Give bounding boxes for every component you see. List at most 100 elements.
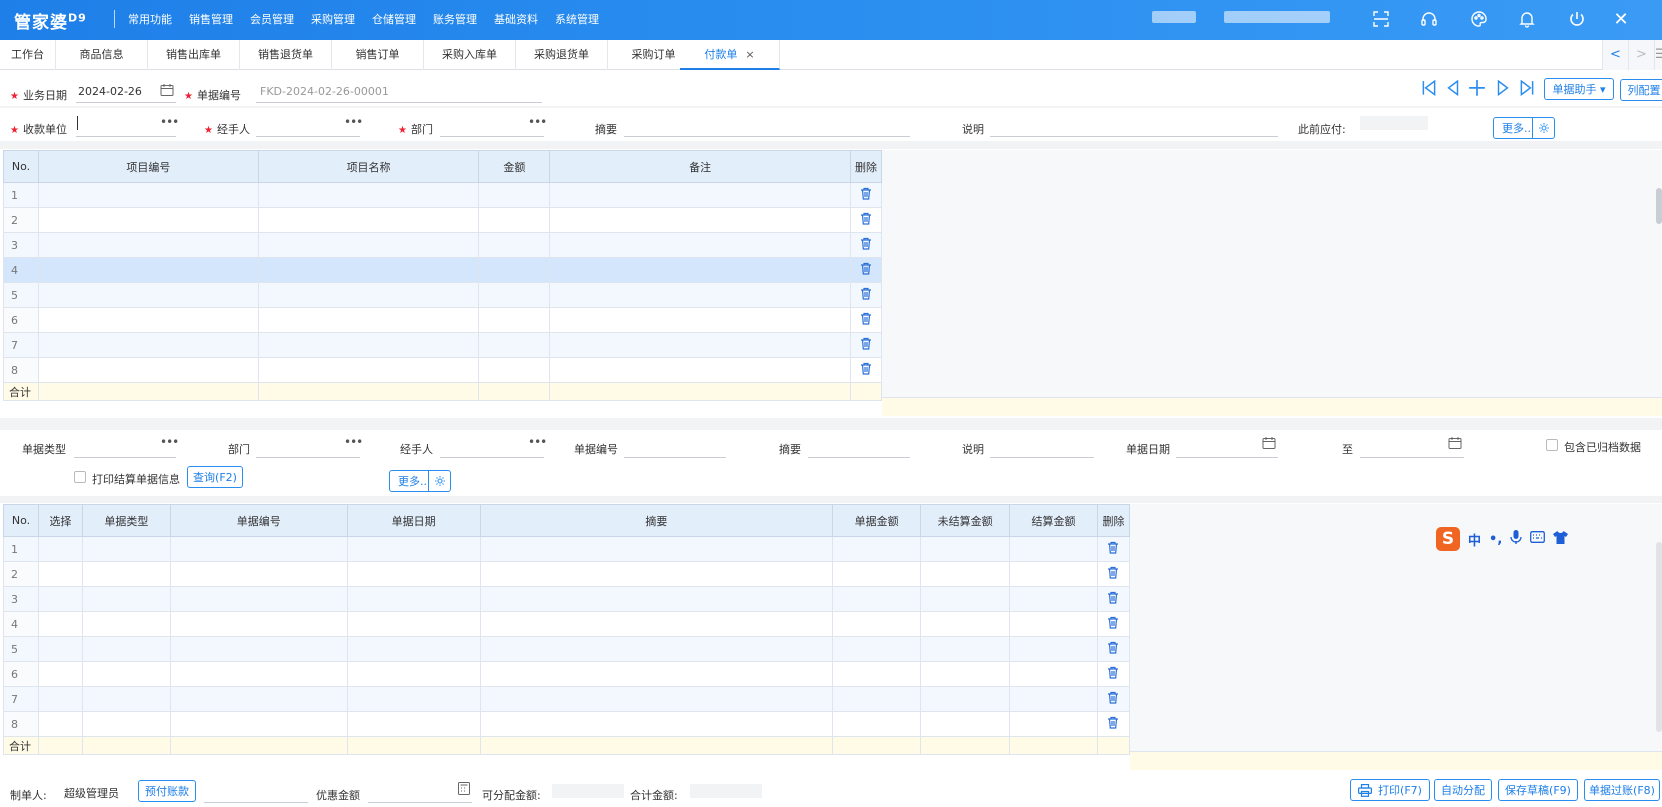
post-bill-button[interactable]: 单据过账(F8) — [1584, 779, 1660, 801]
table-row[interactable]: 8 — [3, 711, 1131, 737]
table-row-selected[interactable]: 4 — [3, 257, 883, 283]
trash-icon[interactable] — [1096, 661, 1131, 687]
menu-accounts[interactable]: 账务管理 — [433, 11, 477, 27]
include-archived-checkbox[interactable] — [1546, 439, 1558, 451]
save-draft-button[interactable]: 保存草稿(F9) — [1498, 779, 1578, 801]
payee-picker-icon[interactable]: ••• — [160, 115, 179, 129]
col-unsettled-amount[interactable]: 未结算金额 — [920, 504, 1011, 537]
table-row[interactable]: 3 — [3, 232, 883, 258]
trash-icon[interactable] — [1096, 711, 1131, 737]
query-button[interactable]: 查询(F2) — [187, 466, 243, 488]
table-row[interactable]: 7 — [3, 686, 1131, 712]
col-bill-no[interactable]: 单据编号 — [169, 504, 348, 537]
col-bill-amount[interactable]: 单据金额 — [832, 504, 922, 537]
print-settle-checkbox[interactable] — [74, 471, 86, 483]
billno-value[interactable]: FKD-2024-02-26-00001 — [260, 85, 389, 98]
headset-icon[interactable] — [1418, 8, 1440, 30]
filter-billno-field[interactable] — [624, 457, 726, 458]
tab-products[interactable]: 商品信息 — [56, 40, 148, 70]
filter-handler-field[interactable] — [440, 457, 544, 458]
tab-purchase-return[interactable]: 采购退货单 — [516, 40, 608, 70]
table-row[interactable]: 4 — [3, 611, 1131, 637]
trash-icon[interactable] — [1096, 536, 1131, 562]
bill-type-field[interactable] — [74, 457, 176, 458]
menu-warehouse[interactable]: 仓储管理 — [372, 11, 416, 27]
palette-icon[interactable] — [1468, 8, 1490, 30]
table-row[interactable]: 5 — [3, 282, 883, 308]
keyboard-icon[interactable] — [1530, 531, 1546, 547]
table-row[interactable]: 5 — [3, 636, 1131, 662]
trash-icon[interactable] — [849, 357, 883, 383]
trash-icon[interactable] — [1096, 611, 1131, 637]
skin-shirt-icon[interactable] — [1553, 530, 1569, 548]
close-icon[interactable]: ✕ — [1610, 8, 1632, 30]
table-row[interactable]: 2 — [3, 207, 883, 233]
menu-common[interactable]: 常用功能 — [128, 11, 172, 27]
col-item-name[interactable]: 项目名称 — [257, 150, 480, 183]
microphone-icon[interactable] — [1510, 530, 1522, 548]
column-config-button[interactable]: 列配置 — [1620, 79, 1662, 101]
print-button[interactable]: 打印(F7) — [1350, 779, 1430, 801]
table-row[interactable]: 3 — [3, 586, 1131, 612]
table-row[interactable]: 7 — [3, 332, 883, 358]
bill-date-to-field[interactable] — [1360, 457, 1464, 458]
ime-lang-toggle[interactable]: 中 — [1468, 530, 1481, 549]
menu-system[interactable]: 系统管理 — [555, 11, 599, 27]
filter-more-button[interactable]: 更多.. — [389, 470, 451, 492]
scan-icon[interactable] — [1370, 8, 1392, 30]
filter-handler-picker-icon[interactable]: ••• — [528, 435, 547, 449]
summary-field[interactable] — [624, 136, 910, 137]
table-row[interactable]: 8 — [3, 357, 883, 383]
first-record-icon[interactable] — [1420, 79, 1438, 97]
bill-date-calendar-icon[interactable] — [1262, 436, 1276, 453]
add-record-icon[interactable] — [1468, 80, 1486, 96]
dept-picker-icon[interactable]: ••• — [528, 115, 547, 129]
tab-prev-icon[interactable]: < — [1602, 40, 1628, 70]
trash-icon[interactable] — [849, 282, 883, 308]
tab-sales-order[interactable]: 销售订单 — [332, 40, 424, 70]
menu-purchase[interactable]: 采购管理 — [311, 11, 355, 27]
remark-field[interactable] — [990, 136, 1278, 137]
trash-icon[interactable] — [849, 307, 883, 333]
bill-assistant-button[interactable]: 单据助手 ▾ — [1544, 78, 1614, 100]
tab-sales-out[interactable]: 销售出库单 — [148, 40, 240, 70]
trash-icon[interactable] — [849, 332, 883, 358]
filter-dept-field[interactable] — [256, 457, 360, 458]
settings-gear-icon[interactable] — [1532, 118, 1554, 138]
table-row[interactable]: 1 — [3, 182, 883, 208]
table-row[interactable]: 6 — [3, 307, 883, 333]
auto-allocate-button[interactable]: 自动分配 — [1434, 779, 1492, 801]
col-settled-amount[interactable]: 结算金额 — [1009, 504, 1098, 537]
bell-icon[interactable] — [1516, 8, 1538, 30]
sogou-logo-icon[interactable]: S — [1436, 527, 1460, 551]
trash-icon[interactable] — [849, 257, 883, 283]
grid1-scrollbar[interactable] — [1656, 188, 1662, 224]
bill-date-from-field[interactable] — [1176, 457, 1278, 458]
prepay-button[interactable]: 预付账款 — [138, 780, 196, 802]
trash-icon[interactable] — [1096, 561, 1131, 587]
trash-icon[interactable] — [849, 182, 883, 208]
col-bill-type[interactable]: 单据类型 — [81, 504, 171, 537]
menu-basic-data[interactable]: 基础资料 — [494, 11, 538, 27]
tab-workbench[interactable]: 工作台 — [0, 40, 56, 70]
tab-list-icon[interactable]: ☰ — [1654, 40, 1662, 70]
calendar-icon[interactable] — [160, 83, 174, 100]
trash-icon[interactable] — [849, 207, 883, 233]
prev-record-icon[interactable] — [1444, 79, 1462, 97]
handler-picker-icon[interactable]: ••• — [344, 115, 363, 129]
tab-sales-return[interactable]: 销售退货单 — [240, 40, 332, 70]
filter-summary-field[interactable] — [808, 457, 910, 458]
table-row[interactable]: 6 — [3, 661, 1131, 687]
col-item-code[interactable]: 项目编号 — [37, 150, 259, 183]
next-record-icon[interactable] — [1494, 79, 1512, 97]
tab-purchase-in[interactable]: 采购入库单 — [424, 40, 516, 70]
col-bill-date[interactable]: 单据日期 — [346, 504, 481, 537]
trash-icon[interactable] — [849, 232, 883, 258]
date-value[interactable]: 2024-02-26 — [78, 85, 142, 98]
table-row[interactable]: 1 — [3, 536, 1131, 562]
discount-field[interactable] — [368, 802, 472, 803]
tab-next-icon[interactable]: > — [1628, 40, 1654, 70]
filter-settings-gear-icon[interactable] — [428, 471, 450, 491]
power-icon[interactable] — [1566, 8, 1588, 30]
trash-icon[interactable] — [1096, 636, 1131, 662]
